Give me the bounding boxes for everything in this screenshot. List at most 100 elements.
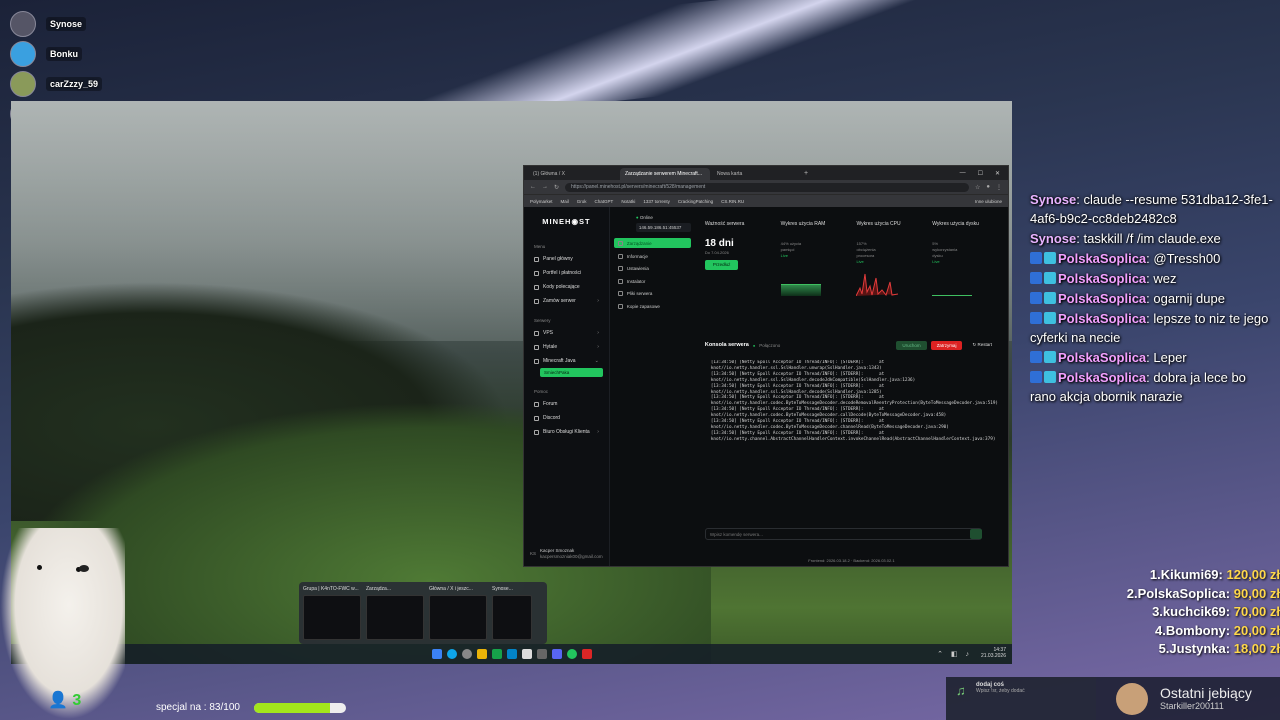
sidebar-item-discord[interactable]: Discord — [530, 411, 603, 425]
folder-icon[interactable] — [476, 649, 487, 659]
submenu-settings[interactable]: Ustawienia — [614, 263, 691, 276]
submenu-installer[interactable]: Instalator — [614, 275, 691, 288]
thumbnail-preview — [366, 595, 424, 640]
restart-button[interactable]: ↻ Restart — [966, 340, 998, 350]
maximize-icon[interactable]: ☐ — [978, 170, 983, 177]
minimize-icon[interactable]: — — [960, 170, 966, 177]
edge-icon[interactable] — [446, 649, 457, 659]
reload-icon[interactable]: ↻ — [554, 184, 559, 191]
thumbnail[interactable]: Zarządza... — [366, 586, 424, 640]
sidebar-item-forum[interactable]: Forum — [530, 397, 603, 411]
bookmark[interactable]: Inne ulubione — [975, 199, 1002, 204]
renew-button[interactable]: Przedłuż — [704, 260, 739, 270]
sidebar-item-referrals[interactable]: Kody polecające — [530, 280, 603, 294]
stat-cpu: Wykres użycia CPU 157% obciążenia proces… — [856, 221, 922, 326]
command-input[interactable]: Wpisz komendę serwera... — [704, 528, 982, 540]
sidebar-item-wallet[interactable]: Portfel i płatności — [530, 266, 603, 280]
chat-user: PolskaSoplica — [1058, 251, 1147, 266]
sidebar-item-order[interactable]: Zamów serwer › — [530, 294, 603, 308]
bookmark[interactable]: Grok — [577, 199, 587, 204]
start-icon[interactable] — [431, 649, 442, 659]
sidebar-item-vps[interactable]: VPS › — [530, 326, 603, 340]
bookmark[interactable]: CS.RIN.RU — [721, 199, 744, 204]
stop-button[interactable]: Zatrzymaj — [930, 340, 963, 350]
app-icon[interactable] — [581, 649, 592, 659]
menu-icon[interactable]: ⋮ — [996, 184, 1002, 191]
submenu-backups[interactable]: Kopie zapasowe — [614, 300, 691, 313]
thumbnail[interactable]: Grupa | K4nTO-FWC w... — [303, 586, 361, 640]
taskbar: ⌃ ◧ ♪ 14:37 21.03.2026 — [11, 644, 1012, 664]
tab-active[interactable]: Zarządzanie serwerem Minecraft... — [620, 168, 710, 180]
logo[interactable]: MINEH◉ST — [530, 217, 603, 226]
user-email: kacpersmozniak00@gmail.com — [540, 554, 603, 559]
sidebar-item-support[interactable]: Biuro Obsługi Klienta › — [530, 425, 603, 439]
thumbnail-label: Synose... — [492, 586, 513, 592]
ram-graph — [780, 284, 821, 296]
chat-message: PolskaSoplica: lepsze to niz te jego cyf… — [1030, 311, 1269, 345]
server-ip[interactable]: 146.59.186.51:45537 — [635, 223, 691, 232]
chat-text: taskkill /f /im claude.exe — [1083, 231, 1221, 246]
sidebar-item-server-smiechpaka[interactable]: SmiechPaka — [540, 368, 603, 377]
chrome-icon[interactable] — [566, 649, 577, 659]
new-tab-icon[interactable]: + — [804, 170, 808, 177]
song-sub: Wpisz !sr, żeby dodać — [976, 688, 1025, 694]
send-button[interactable] — [970, 529, 982, 539]
submenu-management[interactable]: Zarządzanie — [613, 238, 691, 248]
chat-user: PolskaSoplica — [1058, 271, 1147, 286]
star-icon[interactable]: ☆ — [975, 184, 980, 191]
chat-message: PolskaSoplica: wez — [1030, 269, 1275, 288]
chat-message: PolskaSoplica: Leper — [1030, 348, 1275, 367]
bookmark[interactable]: Notatki — [621, 199, 635, 204]
badge-icon — [1044, 371, 1056, 383]
donor-name: 5.Justynka: — [1158, 641, 1231, 656]
thumbnail[interactable]: Synose... — [492, 586, 532, 640]
app-icon[interactable] — [491, 649, 502, 659]
settings-icon[interactable] — [461, 649, 472, 659]
thumbnail[interactable]: Główna / X i jeszc... — [429, 586, 487, 640]
close-icon[interactable]: ✕ — [995, 170, 1000, 177]
tab[interactable]: (1) Główna / X — [528, 168, 618, 180]
live-badge: Live — [780, 253, 788, 258]
section-header: Menu — [534, 244, 546, 249]
chevron-right-icon: › — [597, 344, 599, 350]
profile-icon[interactable]: ● — [986, 184, 990, 190]
avatar — [10, 41, 36, 67]
sidebar-item-hytale[interactable]: Hytale › — [530, 340, 603, 354]
gear-icon — [617, 266, 623, 272]
bookmark[interactable]: ChatGPT — [595, 199, 614, 204]
voice-user-name: Synose — [46, 17, 87, 31]
chevron-right-icon: › — [597, 298, 599, 304]
wallet-icon — [534, 270, 539, 276]
donor-name: 2.PolskaSoplica: — [1126, 585, 1231, 601]
viewer-count: 👤 3 — [48, 690, 81, 710]
app-icon[interactable] — [521, 649, 532, 659]
start-label: Uruchom — [902, 342, 921, 348]
bookmark[interactable]: 1337 torrenty — [643, 199, 670, 204]
support-icon — [534, 429, 539, 435]
sidebar-item-dashboard[interactable]: Panel główny — [530, 252, 603, 266]
bookmark[interactable]: Polymarket — [530, 199, 553, 204]
app-icon[interactable] — [506, 649, 517, 659]
panel-app: MINEH◉ST Menu Panel główny Portfel i pła… — [524, 207, 1008, 566]
cpu-graph — [856, 273, 899, 296]
forward-icon[interactable]: → — [542, 184, 548, 190]
start-button[interactable]: Uruchom — [896, 340, 927, 350]
sidebar-item-minecraft[interactable]: Minecraft Java ⌄ — [530, 354, 603, 368]
server-icon — [534, 330, 539, 336]
terminal-icon[interactable] — [536, 649, 547, 659]
discord-icon[interactable] — [551, 649, 562, 659]
back-icon[interactable]: ← — [530, 184, 536, 190]
submenu-label: Ustawienia — [626, 266, 649, 272]
console-log[interactable]: [13:34:50] [Netty Epoll Acceptor IO Thre… — [705, 360, 998, 512]
clock[interactable]: 14:37 21.03.2026 — [981, 647, 1006, 659]
submenu-files[interactable]: Pliki serwera — [614, 288, 691, 301]
chat-text: Leper — [1153, 350, 1187, 365]
tab[interactable]: Nowa karta — [712, 168, 802, 180]
system-tray[interactable]: ⌃ ◧ ♪ — [937, 650, 972, 658]
status-dot-icon: ● — [752, 342, 756, 348]
url-field[interactable]: https://panel.minehost.pl/servers/minecr… — [565, 182, 969, 192]
submenu-info[interactable]: Informacje — [614, 250, 691, 263]
bookmark[interactable]: Mail — [561, 199, 569, 204]
user-card[interactable]: KS Kacper Smoznak kacpersmozniak00@gmail.… — [530, 548, 603, 560]
bookmark[interactable]: CrackingPatching — [678, 199, 713, 204]
